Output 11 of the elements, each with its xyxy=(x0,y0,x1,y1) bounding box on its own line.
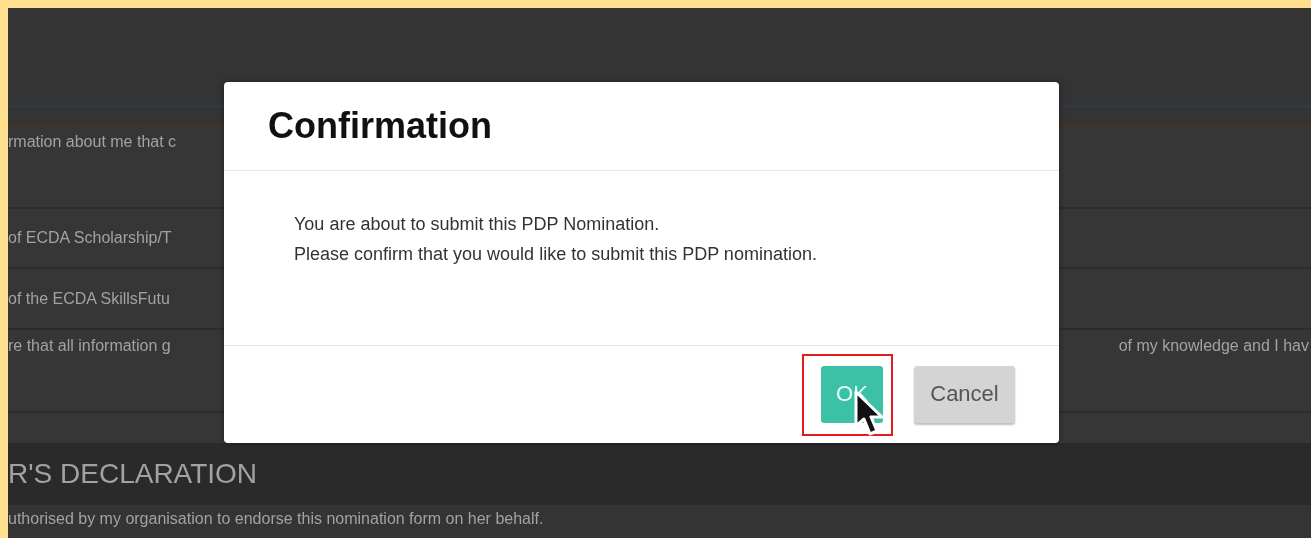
form-text: uthorised by my organisation to endorse this nomination form on her behalf. xyxy=(8,510,544,527)
form-text: of the ECDA SkillsFutu xyxy=(8,288,170,309)
dialog-message: You are about to submit this PDP Nomination. xyxy=(294,213,661,236)
form-text: re that all information g xyxy=(8,336,171,356)
section-title: R'S DECLARATION xyxy=(8,458,258,490)
form-text: rmation about me that c xyxy=(8,132,177,152)
form-text: of my knowledge and I hav xyxy=(1118,336,1309,356)
dialog-title: Confirmation xyxy=(268,105,492,147)
cancel-button[interactable]: Cancel xyxy=(914,365,1015,423)
form-text: of ECDA Scholarship/T xyxy=(8,228,172,248)
dialog-message: Please confirm that you would like to submit this PDP nomination. xyxy=(294,243,818,266)
